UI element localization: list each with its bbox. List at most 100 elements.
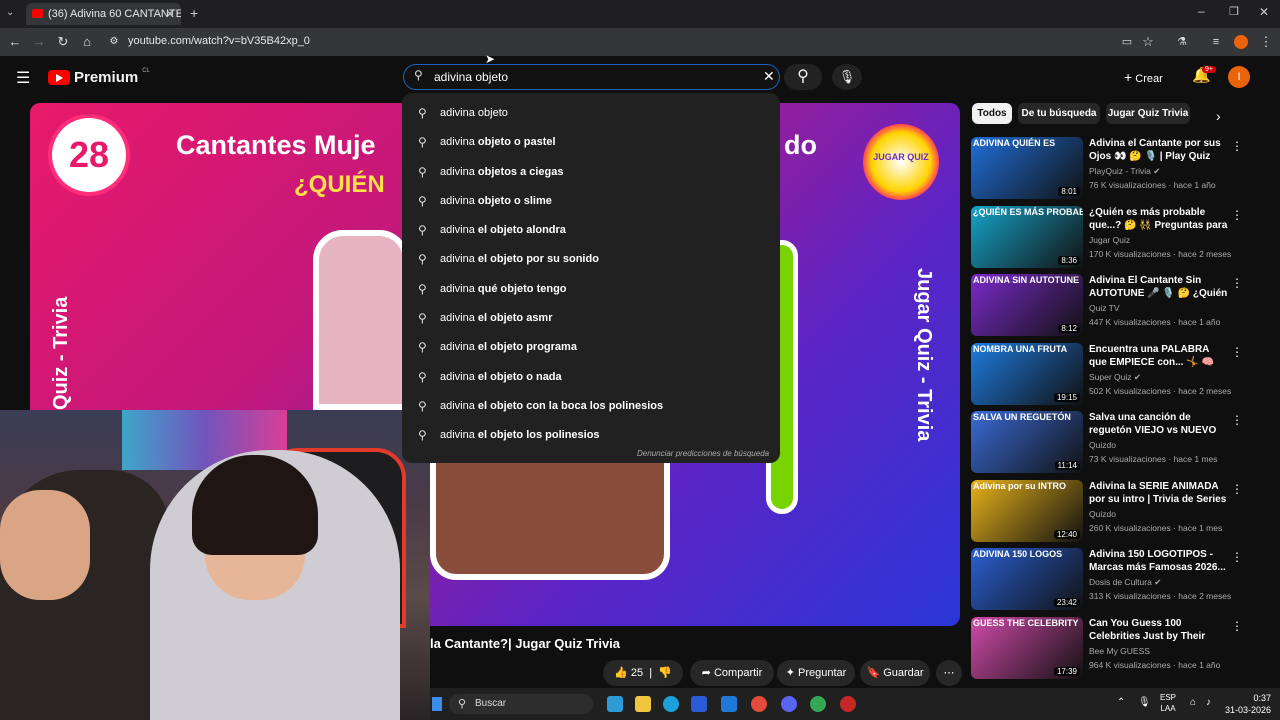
tab-list-icon[interactable]: ⌄ xyxy=(6,7,14,18)
cast-icon[interactable]: ▭ xyxy=(1119,34,1135,50)
channel-name[interactable]: Dosis de Cultura ✔ xyxy=(1089,577,1161,588)
more-options-icon[interactable]: ⋮ xyxy=(1231,208,1243,222)
channel-name[interactable]: Quizdo xyxy=(1089,440,1116,450)
suggestion-item[interactable]: ⚲ adivina el objeto alondra xyxy=(402,216,780,245)
menu-dots-icon[interactable]: ⋮ xyxy=(1258,34,1274,50)
video-thumbnail[interactable]: GUESS THE CELEBRITY 17:39 xyxy=(971,616,1083,679)
store-icon[interactable] xyxy=(691,696,707,712)
more-options-icon[interactable]: ⋮ xyxy=(1231,276,1243,290)
new-tab-icon[interactable]: + xyxy=(190,5,198,21)
suggestion-item[interactable]: ⚲ adivina objeto xyxy=(402,99,780,128)
clear-search-icon[interactable]: ✕ xyxy=(763,68,775,85)
video-title[interactable]: Adivina 150 LOGOTIPOS - Marcas más Famos… xyxy=(1089,548,1229,574)
volume-icon[interactable]: ♪ xyxy=(1206,697,1211,708)
site-info-icon[interactable]: ⚙ xyxy=(106,34,122,50)
more-options-icon[interactable]: ⋮ xyxy=(1231,139,1243,153)
suggestion-item[interactable]: ⚲ adivina el objeto los polinesios xyxy=(402,421,780,450)
youtube-premium-logo[interactable]: Premium CL xyxy=(48,68,150,86)
channel-name[interactable]: Quiz TV xyxy=(1089,303,1120,313)
chrome-profile-icon[interactable] xyxy=(810,696,826,712)
extensions-icon[interactable]: ⚗ xyxy=(1174,34,1190,50)
video-thumbnail[interactable]: SALVA UN REGUETÓN 11:14 xyxy=(971,411,1083,473)
more-options-icon[interactable]: ⋮ xyxy=(1231,550,1243,564)
suggestion-item[interactable]: ⚲ adivina objeto o pastel xyxy=(402,128,780,157)
suggestion-item[interactable]: ⚲ adivina el objeto o nada xyxy=(402,363,780,392)
recommended-video[interactable]: ADIVINA 150 LOGOS 23:42 Adivina 150 LOGOTI… xyxy=(971,548,1261,610)
video-title[interactable]: Salva una canción de reguetón VIEJO vs N… xyxy=(1089,411,1229,438)
profile-icon[interactable] xyxy=(1234,35,1248,49)
suggestion-item[interactable]: ⚲ adivina qué objeto tengo xyxy=(402,275,780,304)
video-thumbnail[interactable]: Adivina por su INTRO 12:40 xyxy=(971,479,1083,542)
forward-icon[interactable]: → xyxy=(31,34,47,50)
recommended-video[interactable]: GUESS THE CELEBRITY 17:39 Can You Guess 10… xyxy=(971,616,1261,679)
suggestion-item[interactable]: ⚲ adivina el objeto asmr xyxy=(402,304,780,333)
report-predictions-link[interactable]: Denunciar predicciones de búsqueda xyxy=(637,449,769,458)
close-window-icon[interactable]: ✕ xyxy=(1259,5,1269,19)
url-text[interactable]: youtube.com/watch?v=bV35B42xp_0 xyxy=(128,35,310,47)
windows-start-icon[interactable] xyxy=(432,697,442,711)
video-thumbnail[interactable]: ¿QUIÉN ES MÁS PROBABLE QUE...? 8:36 xyxy=(971,205,1083,268)
recommended-video[interactable]: ADIVINA SIN AUTOTUNE 8:12 Adivina El Canta… xyxy=(971,274,1261,336)
video-thumbnail[interactable]: ADIVINA QUIÉN ES 8:01 xyxy=(971,137,1083,199)
search-button[interactable]: ⚲ xyxy=(784,64,822,90)
reading-list-icon[interactable]: ≡ xyxy=(1208,34,1224,50)
tray-mic-icon[interactable]: 🎙 xyxy=(1138,697,1151,708)
restore-icon[interactable]: ❐ xyxy=(1229,5,1239,18)
close-tab-icon[interactable]: ✕ xyxy=(165,3,175,25)
tray-chevron-icon[interactable]: ⌃ xyxy=(1117,697,1125,708)
share-button[interactable]: ➦ Compartir xyxy=(690,660,774,686)
chevron-right-icon[interactable]: › xyxy=(1216,108,1221,124)
suggestion-item[interactable]: ⚲ adivina el objeto con la boca los polin… xyxy=(402,392,780,421)
suggestion-item[interactable]: ⚲ adivina objeto o slime xyxy=(402,187,780,216)
file-explorer-icon[interactable] xyxy=(635,696,651,712)
video-thumbnail[interactable]: NOMBRA UNA FRUTA 19:15 xyxy=(971,342,1083,405)
app-icon[interactable] xyxy=(840,696,856,712)
search-input[interactable]: adivina objeto xyxy=(434,70,508,84)
taskbar-app-icon[interactable] xyxy=(607,696,623,712)
chip-de-tu-busqueda[interactable]: De tu búsqueda xyxy=(1018,103,1100,124)
recommended-video[interactable]: ADIVINA QUIÉN ES 8:01 Adivina el Cantante … xyxy=(971,137,1261,199)
video-title[interactable]: ¿Quién es más probable que...? 🤔 👯 Pregu… xyxy=(1089,206,1229,233)
recommended-video[interactable]: Adivina por su INTRO 12:40 Adivina la SERI… xyxy=(971,479,1261,542)
more-options-icon[interactable]: ⋮ xyxy=(1231,345,1243,359)
suggestion-item[interactable]: ⚲ adivina el objeto por su sonido xyxy=(402,245,780,274)
edge-icon[interactable] xyxy=(663,696,679,712)
video-thumbnail[interactable]: ADIVINA 150 LOGOS 23:42 xyxy=(971,548,1083,610)
channel-name[interactable]: Jugar Quiz xyxy=(1089,235,1130,245)
taskbar-search[interactable]: Buscar xyxy=(449,694,593,714)
channel-name[interactable]: Quizdo xyxy=(1089,509,1116,519)
taskbar-clock[interactable]: 0:37 31-03-2026 xyxy=(1225,692,1271,716)
reload-icon[interactable]: ↻ xyxy=(55,34,71,50)
more-options-icon[interactable]: ⋮ xyxy=(1231,413,1243,427)
browser-tab[interactable]: (36) Adivina 60 CANTANTES M... ✕ xyxy=(26,3,181,25)
more-options-icon[interactable]: ⋮ xyxy=(1231,482,1243,496)
ask-button[interactable]: ✦ Preguntar xyxy=(777,660,855,686)
back-icon[interactable]: ← xyxy=(7,34,23,50)
channel-name[interactable]: PlayQuiz - Trivia ✔ xyxy=(1089,166,1160,177)
mail-icon[interactable] xyxy=(721,696,737,712)
recommended-video[interactable]: NOMBRA UNA FRUTA 19:15 Encuentra una PALAB… xyxy=(971,342,1261,405)
network-icon[interactable]: ⌂ xyxy=(1190,697,1196,708)
video-thumbnail[interactable]: ADIVINA SIN AUTOTUNE 8:12 xyxy=(971,274,1083,336)
home-icon[interactable]: ⌂ xyxy=(79,34,95,50)
video-title[interactable]: Adivina la SERIE ANIMADA por su intro | … xyxy=(1089,480,1229,506)
language-indicator[interactable]: ESP LAA xyxy=(1160,692,1176,714)
suggestion-item[interactable]: ⚲ adivina objetos a ciegas xyxy=(402,158,780,187)
voice-search-button[interactable]: 🎙 xyxy=(832,64,862,90)
bookmark-star-icon[interactable]: ☆ xyxy=(1140,34,1156,50)
create-button[interactable]: + Crear xyxy=(1124,64,1174,90)
video-title[interactable]: Adivina el Cantante por sus Ojos 👀 🤔 🎙️ … xyxy=(1089,137,1229,164)
minimize-icon[interactable]: – xyxy=(1198,4,1205,18)
chip-jugar-quiz-trivia[interactable]: Jugar Quiz Trivia xyxy=(1106,103,1190,124)
chrome-icon[interactable] xyxy=(751,696,767,712)
hamburger-menu-icon[interactable]: ☰ xyxy=(16,68,30,88)
like-dislike-button[interactable]: 👍 25 | 👎 xyxy=(603,660,683,686)
save-button[interactable]: 🔖 Guardar xyxy=(860,660,930,686)
chip-todos[interactable]: Todos xyxy=(972,103,1012,124)
video-title[interactable]: Adivina El Cantante Sin AUTOTUNE 🎤 🎙️ 🤔 … xyxy=(1089,274,1229,301)
recommended-video[interactable]: SALVA UN REGUETÓN 11:14 Salva una canción … xyxy=(971,411,1261,473)
video-title[interactable]: Can You Guess 100 Celebrities Just by Th… xyxy=(1089,617,1229,644)
channel-name[interactable]: Bee My GUESS xyxy=(1089,646,1150,656)
more-actions-button[interactable]: ⋯ xyxy=(936,660,962,686)
account-avatar[interactable]: I xyxy=(1228,66,1250,88)
